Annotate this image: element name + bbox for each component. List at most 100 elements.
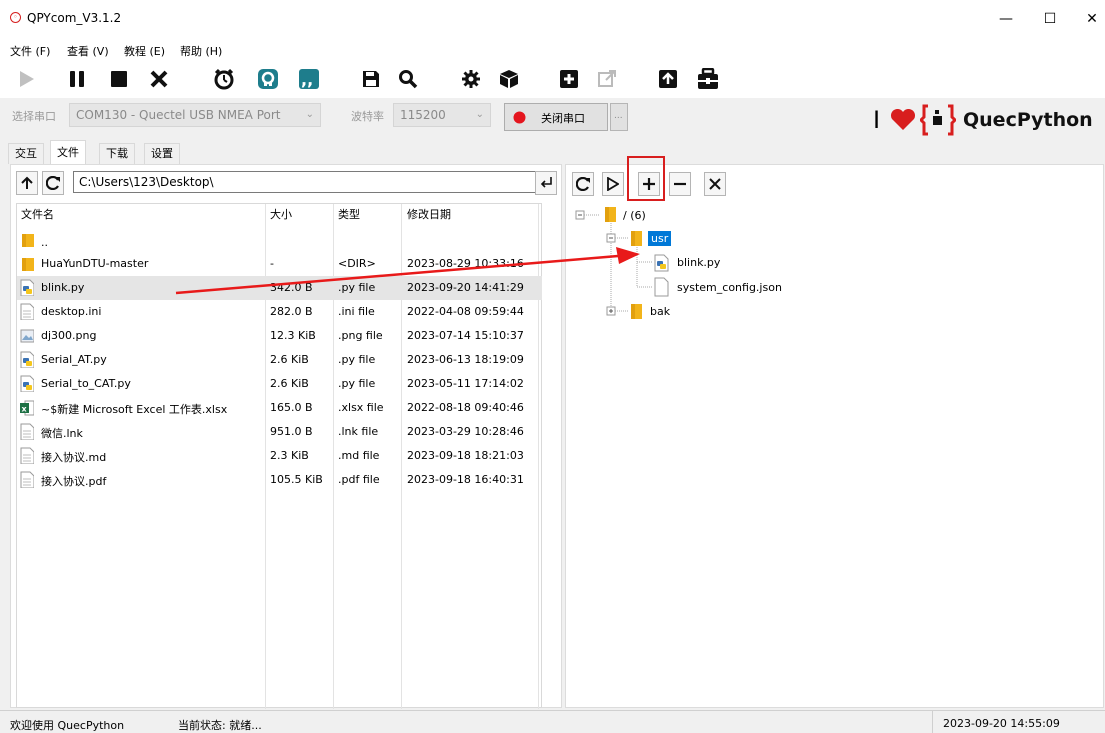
refresh-local-button[interactable] <box>42 171 64 195</box>
header-name[interactable]: 文件名 <box>21 206 54 222</box>
file-icon <box>20 447 34 464</box>
menu-help[interactable]: 帮助 (H) <box>180 43 222 59</box>
run-icon[interactable] <box>12 64 42 94</box>
quote-mode-icon[interactable]: ,, <box>294 64 324 94</box>
more-port-button[interactable]: ... <box>610 103 628 131</box>
close-window-button[interactable]: ✕ <box>1072 8 1105 30</box>
timer-icon[interactable] <box>209 64 239 94</box>
file-name: Serial_AT.py <box>41 353 107 366</box>
file-size: 165.0 B <box>270 401 313 414</box>
table-row[interactable]: Serial_AT.py 2.6 KiB .py file 2023-06-13… <box>17 348 542 372</box>
file-type: .py file <box>338 377 376 390</box>
enter-path-button[interactable] <box>535 171 557 195</box>
settings-gear-icon[interactable] <box>456 64 486 94</box>
clear-icon[interactable] <box>144 64 174 94</box>
folder-icon <box>22 234 34 247</box>
menu-tutorial[interactable]: 教程 (E) <box>124 43 165 59</box>
file-name: 接入协议.pdf <box>41 475 107 488</box>
pause-icon[interactable] <box>62 64 92 94</box>
app-window: ◦ QPYcom_V3.1.2 — ☐ ✕ 文件 (F) 查看 (V) 教程 (… <box>0 0 1105 733</box>
header-type[interactable]: 类型 <box>338 206 360 222</box>
stop-icon[interactable] <box>104 64 134 94</box>
file-date: 2023-09-20 14:41:29 <box>407 281 524 294</box>
tree-usr-folder[interactable]: usr <box>648 231 672 246</box>
file-name: blink.py <box>41 281 85 294</box>
close-port-label: 关闭串口 <box>541 112 585 125</box>
table-row[interactable]: desktop.ini 282.0 B .ini file 2022-04-08… <box>17 300 542 324</box>
device-file-pane: / (6) usr blink.py system_config.json ba… <box>565 164 1104 708</box>
toolbox-icon[interactable] <box>693 64 723 94</box>
table-row[interactable]: x ~$新建 Microsoft Excel 工作表.xlsx 165.0 B … <box>17 396 542 420</box>
menu-file[interactable]: 文件 (F) <box>10 43 50 59</box>
tab-files[interactable]: 文件 <box>50 140 86 165</box>
tree-file-config[interactable]: system_config.json <box>677 281 782 294</box>
svg-text:x: x <box>22 405 28 414</box>
file-name: 接入协议.md <box>41 451 107 464</box>
file-name: Serial_to_CAT.py <box>41 377 131 390</box>
file-size: 2.6 KiB <box>270 377 309 390</box>
table-row[interactable]: .. <box>17 228 542 252</box>
path-input[interactable]: C:\Users\123\Desktop\ <box>73 171 539 193</box>
file-icon <box>20 303 34 320</box>
python-file-icon <box>20 351 34 368</box>
status-welcome: 欢迎使用 QuecPython <box>10 719 125 732</box>
table-row[interactable]: 微信.lnk 951.0 B .lnk file 2023-03-29 10:2… <box>17 420 542 444</box>
table-row[interactable]: dj300.png 12.3 KiB .png file 2023-07-14 … <box>17 324 542 348</box>
header-date[interactable]: 修改日期 <box>407 206 451 222</box>
file-type: .xlsx file <box>338 401 384 414</box>
file-type: .ini file <box>338 305 375 318</box>
file-name: ~$新建 Microsoft Excel 工作表.xlsx <box>41 403 228 416</box>
port-select[interactable]: COM130 - Quectel USB NMEA Port ⌄ <box>69 103 321 127</box>
add-box-icon[interactable] <box>554 64 584 94</box>
toolbar: ,, <box>0 60 1105 98</box>
table-row[interactable]: 接入协议.pdf 105.5 KiB .pdf file 2023-09-18 … <box>17 468 542 492</box>
file-type: .py file <box>338 353 376 366</box>
menu-bar: 文件 (F) 查看 (V) 教程 (E) 帮助 (H) <box>0 40 1105 60</box>
title-bar: ◦ QPYcom_V3.1.2 — ☐ ✕ <box>0 0 1105 40</box>
upload-icon[interactable] <box>653 64 683 94</box>
window-title: QPYcom_V3.1.2 <box>27 11 122 25</box>
folder-icon <box>631 231 642 246</box>
file-size: 2.3 KiB <box>270 449 309 462</box>
minimize-button[interactable]: — <box>986 8 1026 30</box>
python-file-icon <box>20 279 34 296</box>
file-icon <box>654 277 669 297</box>
file-date: 2023-09-18 18:21:03 <box>407 449 524 462</box>
tab-download[interactable]: 下载 <box>99 143 135 164</box>
tab-interact[interactable]: 交互 <box>8 143 44 164</box>
tree-bak-folder[interactable]: bak <box>650 305 670 318</box>
package-icon[interactable] <box>494 64 524 94</box>
up-directory-button[interactable] <box>16 171 38 195</box>
file-name: desktop.ini <box>41 305 102 318</box>
header-size[interactable]: 大小 <box>270 206 292 222</box>
python-file-icon <box>20 375 34 392</box>
table-row[interactable]: blink.py 342.0 B .py file 2023-09-20 14:… <box>17 276 542 300</box>
file-date: 2023-06-13 18:19:09 <box>407 353 524 366</box>
menu-view[interactable]: 查看 (V) <box>67 43 109 59</box>
file-table: 文件名 大小 类型 修改日期 .. HuaYunDTU-master - <DI… <box>16 203 542 709</box>
folder-icon <box>22 258 34 271</box>
file-name: 微信.lnk <box>41 427 83 440</box>
external-link-icon[interactable] <box>592 64 622 94</box>
table-row[interactable]: 接入协议.md 2.3 KiB .md file 2023-09-18 18:2… <box>17 444 542 468</box>
text-cursor-icon: I <box>873 106 881 134</box>
file-size: 12.3 KiB <box>270 329 316 342</box>
chevron-down-icon: ⌄ <box>305 109 314 120</box>
table-row[interactable]: HuaYunDTU-master - <DIR> 2023-08-29 10:3… <box>17 252 542 276</box>
chevron-down-icon: ⌄ <box>475 109 484 120</box>
folder-icon <box>605 207 616 222</box>
tree-file-blink[interactable]: blink.py <box>677 256 720 269</box>
terminal-mode-icon[interactable] <box>253 64 283 94</box>
file-type: .md file <box>338 449 380 462</box>
save-icon[interactable] <box>356 64 386 94</box>
maximize-button[interactable]: ☐ <box>1030 8 1070 30</box>
file-icon <box>20 471 34 488</box>
status-bar: 欢迎使用 QuecPython 当前状态: 就绪... 2023-09-20 1… <box>0 710 1105 733</box>
baud-select[interactable]: 115200 ⌄ <box>393 103 491 127</box>
close-port-button[interactable]: 关闭串口 <box>504 103 608 131</box>
tree-root-label[interactable]: / (6) <box>623 209 646 222</box>
table-row[interactable]: Serial_to_CAT.py 2.6 KiB .py file 2023-0… <box>17 372 542 396</box>
tab-settings[interactable]: 设置 <box>144 143 180 164</box>
file-date: 2022-08-18 09:40:46 <box>407 401 524 414</box>
search-icon[interactable] <box>393 64 423 94</box>
